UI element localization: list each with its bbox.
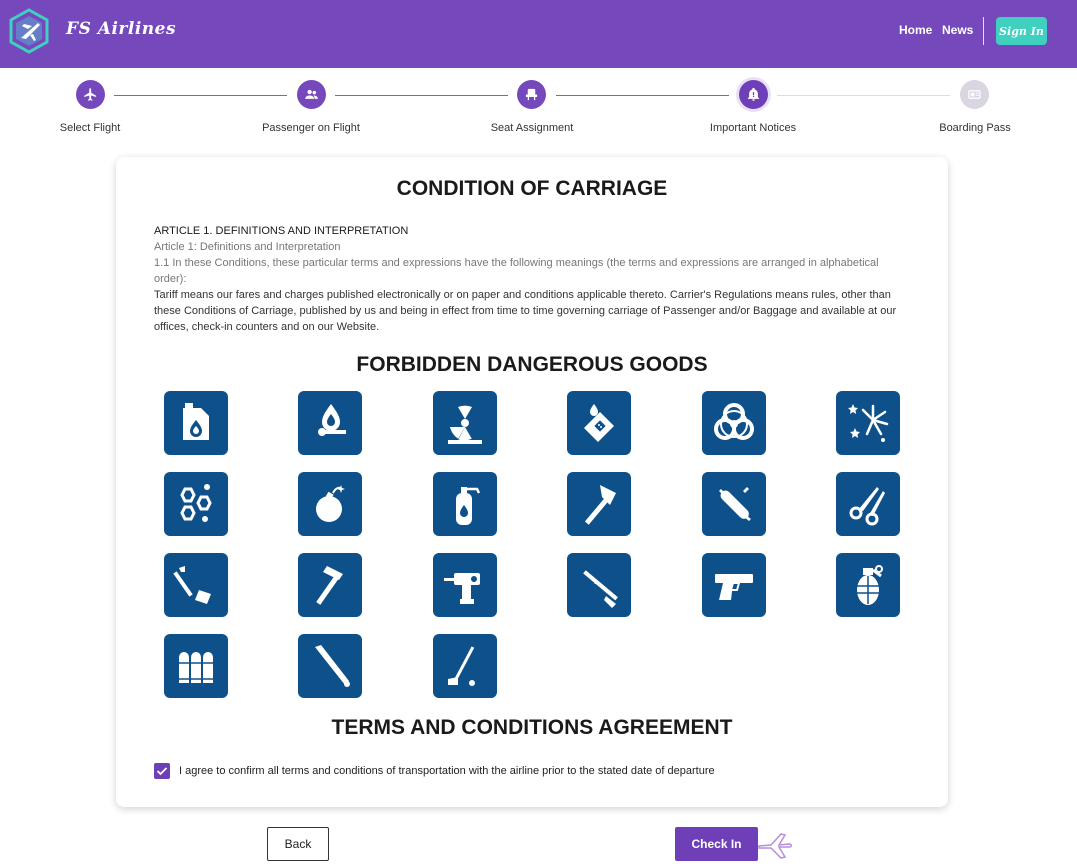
- fuel-can-icon: [164, 391, 228, 455]
- fire-extinguisher-icon: [433, 472, 497, 536]
- forbidden-title: FORBIDDEN DANGEROUS GOODS: [356, 353, 708, 376]
- hammer-icon: [298, 553, 362, 617]
- brand-name[interactable]: FS Airlines: [66, 19, 176, 39]
- step-label-passenger: Passenger on Flight: [262, 122, 360, 134]
- axe-icon: [567, 472, 631, 536]
- radiation-icon: [433, 391, 497, 455]
- step-connector: [556, 95, 729, 96]
- terms-title: TERMS AND CONDITIONS AGREEMENT: [331, 716, 733, 739]
- people-icon: [305, 89, 318, 99]
- nav-news-link[interactable]: News: [942, 23, 973, 37]
- scissors-icon: [836, 472, 900, 536]
- notices-card: CONDITION OF CARRIAGE ARTICLE 1. DEFINIT…: [116, 157, 948, 807]
- plane-decoration-icon: [758, 833, 792, 859]
- airplane-icon: [84, 88, 97, 101]
- shovel-icon: [164, 553, 228, 617]
- step-select-flight[interactable]: [76, 80, 105, 109]
- step-seat-assignment[interactable]: [517, 80, 546, 109]
- article-text: ARTICLE 1. DEFINITIONS AND INTERPRETATIO…: [154, 223, 914, 335]
- rifle-icon: [567, 553, 631, 617]
- checkmark-icon: [156, 767, 168, 776]
- step-label-notices: Important Notices: [709, 122, 797, 134]
- step-important-notices[interactable]: [739, 80, 768, 109]
- bullets-icon: [164, 634, 228, 698]
- pistol-icon: [702, 553, 766, 617]
- step-label-boarding: Boarding Pass: [939, 122, 1011, 134]
- step-boarding-pass[interactable]: [960, 80, 989, 109]
- check-in-button[interactable]: Check In: [675, 827, 758, 861]
- agree-checkbox[interactable]: [154, 763, 170, 779]
- bomb-icon: [298, 472, 362, 536]
- top-navbar: FS Airlines Home News Sign In: [0, 0, 1077, 68]
- step-label-select-flight: Select Flight: [59, 122, 121, 134]
- carriage-title: CONDITION OF CARRIAGE: [396, 177, 668, 200]
- bell-icon: [747, 87, 760, 101]
- agree-label[interactable]: I agree to confirm all terms and conditi…: [179, 765, 715, 777]
- article-heading: ARTICLE 1. DEFINITIONS AND INTERPRETATIO…: [154, 225, 409, 237]
- seat-icon: [525, 88, 538, 101]
- article-body: Tariff means our fares and charges publi…: [154, 289, 897, 333]
- step-connector: [777, 95, 950, 96]
- ticket-icon: [968, 90, 981, 99]
- step-connector: [114, 95, 287, 96]
- lighter-icon: [567, 391, 631, 455]
- step-connector: [335, 95, 508, 96]
- step-label-seat: Seat Assignment: [490, 122, 574, 134]
- article-intro: 1.1 In these Conditions, these particula…: [154, 257, 879, 285]
- nav-home-link[interactable]: Home: [899, 23, 932, 37]
- baseball-bat-icon: [298, 634, 362, 698]
- nav-divider: [983, 17, 984, 45]
- article-subheading: Article 1: Definitions and Interpretatio…: [154, 241, 341, 253]
- grenade-icon: [836, 553, 900, 617]
- biohazard-icon: [702, 391, 766, 455]
- chemical-icon: [164, 472, 228, 536]
- back-button[interactable]: Back: [267, 827, 329, 861]
- flame-match-icon: [298, 391, 362, 455]
- step-passenger[interactable]: [297, 80, 326, 109]
- agree-checkbox-row[interactable]: I agree to confirm all terms and conditi…: [154, 763, 715, 779]
- fireworks-icon: [836, 391, 900, 455]
- multitool-knife-icon: [702, 472, 766, 536]
- airline-logo-icon[interactable]: [8, 8, 50, 54]
- golf-club-icon: [433, 634, 497, 698]
- power-drill-icon: [433, 553, 497, 617]
- sign-in-button[interactable]: Sign In: [996, 17, 1047, 45]
